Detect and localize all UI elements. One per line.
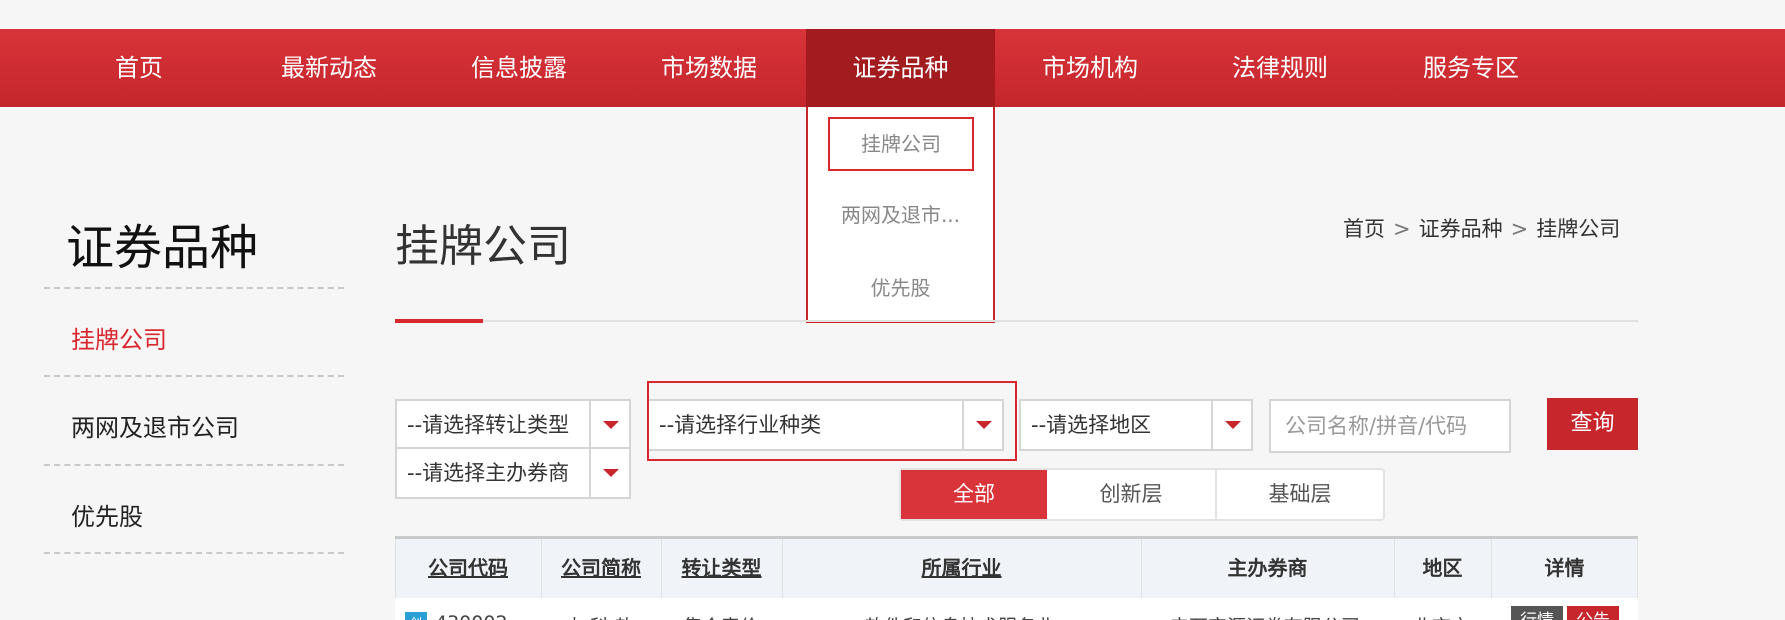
chevron-down-icon[interactable]: [589, 401, 629, 449]
cell-code: 430002: [435, 612, 508, 620]
sidebar-divider: [44, 375, 344, 377]
quote-button[interactable]: 行情: [1511, 606, 1563, 620]
sidebar-divider: [44, 287, 344, 289]
transfer-type-value: --请选择转让类型: [407, 413, 570, 437]
transfer-type-select[interactable]: --请选择转让类型: [395, 399, 631, 451]
table-header: 公司代码 公司简称 转让类型 所属行业 主办券商 地区 详情: [395, 539, 1638, 620]
broker-value: --请选择主办券商: [407, 461, 570, 485]
nav-securities[interactable]: 证券品种: [806, 29, 995, 107]
sidebar-item-delisted[interactable]: 两网及退市公司: [44, 408, 344, 443]
highlight-box: [647, 381, 1017, 461]
sidebar-divider: [44, 464, 344, 466]
cell-name[interactable]: 中 科 软: [565, 612, 634, 620]
col-region: 地区: [1422, 556, 1463, 580]
page-title: 挂牌公司: [395, 221, 571, 272]
chevron-down-icon[interactable]: [589, 449, 629, 497]
tab-all[interactable]: 全部: [901, 470, 1047, 519]
dropdown-item-listed[interactable]: 挂牌公司: [828, 117, 974, 171]
search-input[interactable]: 公司名称/拼音/代码: [1269, 399, 1511, 453]
query-button[interactable]: 查询: [1547, 398, 1638, 450]
sidebar-title: 证券品种: [66, 220, 259, 276]
title-underline-accent: [395, 319, 483, 323]
col-type[interactable]: 转让类型: [661, 539, 782, 598]
col-broker: 主办券商: [1227, 556, 1308, 580]
announcement-button[interactable]: 公告: [1567, 606, 1619, 620]
dropdown-item-delisted[interactable]: 两网及退市...: [808, 199, 993, 228]
breadcrumb-separator: >: [1393, 217, 1411, 241]
col-detail: 详情: [1544, 556, 1585, 580]
main-nav: 首页 最新动态 信息披露 市场数据 证券品种 市场机构 法律规则 服务专区: [0, 29, 1785, 107]
col-code[interactable]: 公司代码: [395, 539, 541, 598]
region-select[interactable]: --请选择地区: [1019, 399, 1253, 451]
nav-news[interactable]: 最新动态: [234, 29, 424, 107]
dropdown-item-preferred[interactable]: 优先股: [808, 272, 993, 301]
broker-select[interactable]: --请选择主办券商: [395, 447, 631, 499]
tab-basic[interactable]: 基础层: [1217, 470, 1383, 519]
col-industry[interactable]: 所属行业: [782, 539, 1141, 598]
region-value: --请选择地区: [1031, 413, 1152, 437]
nav-home[interactable]: 首页: [44, 29, 234, 107]
breadcrumb-current: 挂牌公司: [1536, 217, 1621, 241]
chevron-down-icon[interactable]: [1211, 401, 1251, 449]
breadcrumb-home[interactable]: 首页: [1343, 217, 1385, 241]
sidebar-item-listed[interactable]: 挂牌公司: [44, 320, 344, 355]
nav-institutions[interactable]: 市场机构: [995, 29, 1185, 107]
title-underline: [395, 320, 1638, 322]
nav-market-data[interactable]: 市场数据: [614, 29, 804, 107]
layer-tabs: 全部 创新层 基础层: [899, 468, 1385, 521]
innovation-badge: 创: [405, 612, 427, 620]
securities-dropdown: 挂牌公司 两网及退市... 优先股: [806, 107, 995, 323]
sidebar-divider: [44, 552, 344, 554]
col-name[interactable]: 公司简称: [541, 539, 661, 598]
cell-industry: 软件和信息技术服务业: [865, 612, 1055, 620]
breadcrumb-separator: >: [1510, 217, 1529, 241]
table-row: 创 430002 中 科 软 集合竞价 软件和信息技术服务业 申万宏源证券有限公…: [395, 598, 1638, 620]
nav-rules[interactable]: 法律规则: [1185, 29, 1375, 107]
cell-type: 集合竞价: [683, 612, 759, 620]
nav-disclosure[interactable]: 信息披露: [424, 29, 614, 107]
cell-broker: 申万宏源证券有限公司: [1170, 612, 1360, 620]
sidebar-item-preferred[interactable]: 优先股: [44, 497, 344, 532]
breadcrumb-section[interactable]: 证券品种: [1419, 217, 1503, 241]
cell-region: 北京市: [1413, 612, 1470, 620]
nav-services[interactable]: 服务专区: [1376, 29, 1566, 107]
breadcrumb: 首页 > 证券品种 > 挂牌公司: [1343, 213, 1620, 243]
tab-innovation[interactable]: 创新层: [1047, 470, 1215, 519]
